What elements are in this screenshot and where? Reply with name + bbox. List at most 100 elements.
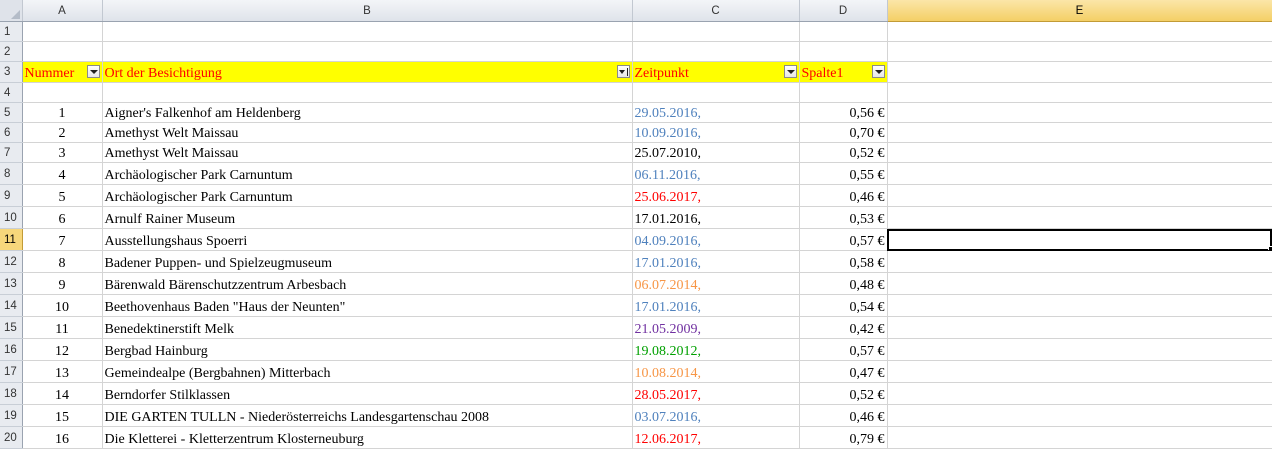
filter-dropdown-icon[interactable] [872,65,885,78]
fill-handle[interactable] [1268,246,1272,251]
cell-place[interactable]: Badener Puppen- und Spielzeugmuseum [102,251,632,273]
cell[interactable] [887,405,1272,427]
header-cell-ort[interactable]: Ort der Besichtigung [102,62,632,83]
cell-place[interactable]: Amethyst Welt Maissau [102,123,632,143]
cell-place[interactable]: Amethyst Welt Maissau [102,143,632,163]
row-header-4[interactable]: 4 [0,83,22,103]
cell[interactable] [887,22,1272,42]
cell-price[interactable]: 0,52 € [799,143,887,163]
cell[interactable] [632,42,799,62]
row-header-5[interactable]: 5 [0,103,22,123]
cell-number[interactable]: 14 [22,383,102,405]
cell-place[interactable]: Die Kletterei - Kletterzentrum Klosterne… [102,427,632,449]
cell-number[interactable]: 5 [22,185,102,207]
cell-date[interactable]: 21.05.2009, [632,317,799,339]
row-header-20[interactable]: 20 [0,427,22,449]
cell[interactable] [102,22,632,42]
cell-price[interactable]: 0,54 € [799,295,887,317]
cell-number[interactable]: 7 [22,229,102,251]
cell[interactable] [887,185,1272,207]
cell[interactable] [632,83,799,103]
cell-price[interactable]: 0,57 € [799,229,887,251]
cell[interactable] [799,42,887,62]
cell-price[interactable]: 0,58 € [799,251,887,273]
sort-filter-icon[interactable] [617,65,630,78]
column-header-e[interactable]: E [887,0,1272,22]
row-header-17[interactable]: 17 [0,361,22,383]
cell-date[interactable]: 17.01.2016, [632,251,799,273]
cell-number[interactable]: 12 [22,339,102,361]
cell[interactable] [887,163,1272,185]
cell[interactable] [887,62,1272,83]
cell-date[interactable]: 03.07.2016, [632,405,799,427]
row-header-8[interactable]: 8 [0,163,22,185]
cell-price[interactable]: 0,47 € [799,361,887,383]
cell[interactable] [887,251,1272,273]
column-header-b[interactable]: B [102,0,632,22]
cell[interactable] [887,317,1272,339]
spreadsheet[interactable]: A B C D E 1 2 3 Nummer Ort der Besichtig… [0,0,1272,446]
cell-date[interactable]: 28.05.2017, [632,383,799,405]
filter-dropdown-icon[interactable] [784,65,797,78]
cell-price[interactable]: 0,57 € [799,339,887,361]
cell-number[interactable]: 11 [22,317,102,339]
cell-place[interactable]: Ausstellungshaus Spoerri [102,229,632,251]
cell-number[interactable]: 9 [22,273,102,295]
cell-place[interactable]: Bergbad Hainburg [102,339,632,361]
cell-date[interactable]: 06.07.2014, [632,273,799,295]
cell[interactable] [887,295,1272,317]
cell-date[interactable]: 29.05.2016, [632,103,799,123]
cell-number[interactable]: 6 [22,207,102,229]
header-cell-nummer[interactable]: Nummer [22,62,102,83]
cell[interactable] [22,22,102,42]
cell-date[interactable]: 04.09.2016, [632,229,799,251]
row-header-1[interactable]: 1 [0,22,22,42]
row-header-3[interactable]: 3 [0,62,22,83]
cell-price[interactable]: 0,52 € [799,383,887,405]
cell-date[interactable]: 10.09.2016, [632,123,799,143]
cell-place[interactable]: Arnulf Rainer Museum [102,207,632,229]
cell[interactable] [887,427,1272,449]
cell-price[interactable]: 0,48 € [799,273,887,295]
cell-place[interactable]: Archäologischer Park Carnuntum [102,185,632,207]
cell[interactable] [887,361,1272,383]
cell[interactable] [887,103,1272,123]
cell-price[interactable]: 0,42 € [799,317,887,339]
row-header-19[interactable]: 19 [0,405,22,427]
cell-date[interactable]: 10.08.2014, [632,361,799,383]
cell-price[interactable]: 0,46 € [799,405,887,427]
row-header-6[interactable]: 6 [0,123,22,143]
cell[interactable] [102,42,632,62]
cell-number[interactable]: 3 [22,143,102,163]
row-header-11[interactable]: 11 [0,229,22,251]
cell-price[interactable]: 0,70 € [799,123,887,143]
row-header-18[interactable]: 18 [0,383,22,405]
cell-place[interactable]: Berndorfer Stilklassen [102,383,632,405]
cell[interactable] [887,143,1272,163]
filter-dropdown-icon[interactable] [87,65,100,78]
cell[interactable] [799,83,887,103]
cell-price[interactable]: 0,56 € [799,103,887,123]
select-all-corner[interactable] [0,0,22,22]
cell[interactable] [887,383,1272,405]
cell-number[interactable]: 10 [22,295,102,317]
cell[interactable] [22,42,102,62]
cell-place[interactable]: Gemeindealpe (Bergbahnen) Mitterbach [102,361,632,383]
active-cell-e11[interactable] [887,229,1272,251]
cell[interactable] [632,22,799,42]
cell[interactable] [887,123,1272,143]
cell-number[interactable]: 2 [22,123,102,143]
cell[interactable] [887,207,1272,229]
cell[interactable] [22,83,102,103]
row-header-13[interactable]: 13 [0,273,22,295]
cell-number[interactable]: 13 [22,361,102,383]
cell-number[interactable]: 15 [22,405,102,427]
column-header-c[interactable]: C [632,0,799,22]
row-header-12[interactable]: 12 [0,251,22,273]
cell-price[interactable]: 0,79 € [799,427,887,449]
cell-date[interactable]: 25.07.2010, [632,143,799,163]
cell-place[interactable]: Benedektinerstift Melk [102,317,632,339]
cell-date[interactable]: 06.11.2016, [632,163,799,185]
cell-price[interactable]: 0,55 € [799,163,887,185]
cell-place[interactable]: Aigner's Falkenhof am Heldenberg [102,103,632,123]
